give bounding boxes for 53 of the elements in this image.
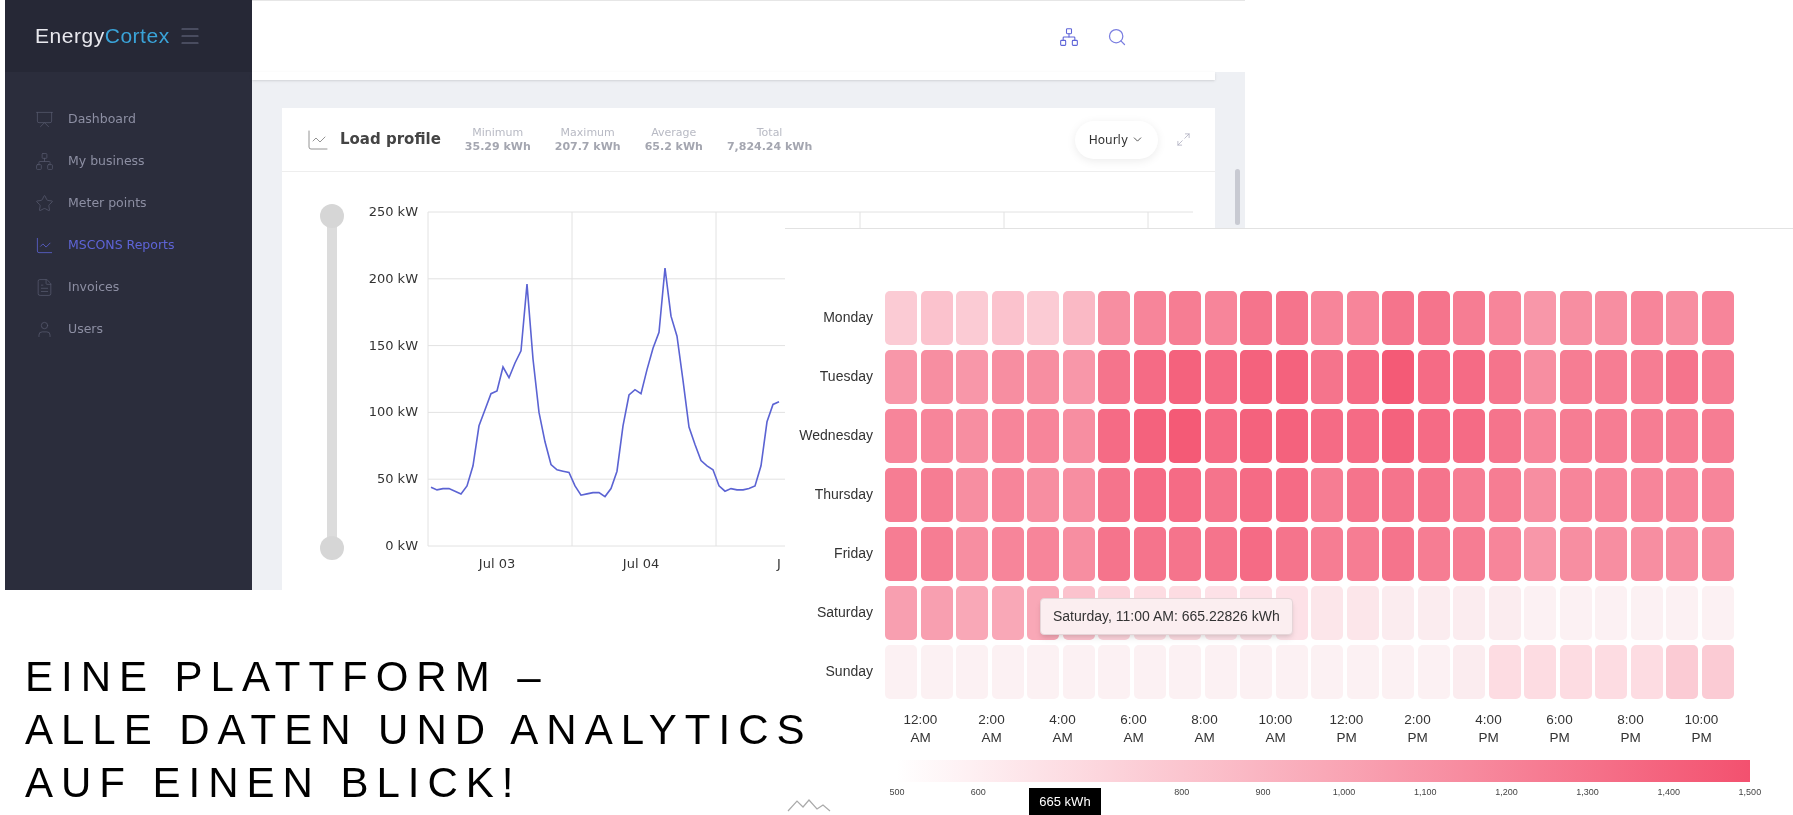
day-label: Monday: [822, 308, 874, 327]
axis-label: 0 kW: [385, 539, 418, 552]
axis-label: 250 kW: [368, 205, 418, 218]
stat-label: Average: [651, 125, 697, 140]
stat-value: 65.2 kWh: [644, 139, 703, 154]
time-label: 10:00 AM: [1257, 711, 1294, 747]
axis-label: 200 kW: [368, 271, 418, 285]
scale-label: 800: [1173, 786, 1191, 799]
stat-value: 7,824.24 kWh: [726, 139, 813, 154]
scale-label: 1,200: [1494, 786, 1519, 799]
day-label: Thursday: [813, 485, 874, 504]
axis-label: 150 kW: [368, 338, 418, 352]
scale-label: 1,100: [1413, 786, 1438, 799]
time-label: 4:00 PM: [1474, 711, 1503, 747]
stat-label: Maximum: [560, 125, 615, 140]
axis-label: J: [777, 555, 781, 573]
time-label: 8:00 PM: [1616, 711, 1645, 747]
scale-label: 1,500: [1737, 786, 1763, 799]
tooltip: Saturday, 11:00 AM: 665.22826 kWh: [1040, 598, 1293, 635]
time-label: 2:00 PM: [1403, 711, 1432, 747]
axis-label: 50 kW: [376, 472, 418, 486]
stat-value: 207.7 kWh: [554, 139, 621, 154]
stat-label: Total: [756, 125, 783, 140]
scale-label: 500: [888, 786, 906, 799]
time-label: 2:00 AM: [977, 711, 1006, 747]
scale-label: 1,000: [1331, 786, 1357, 799]
stat-label: Minimum: [472, 125, 524, 140]
scale-label: 1,400: [1656, 786, 1681, 799]
time-label: 6:00 AM: [1119, 711, 1148, 747]
day-label: Saturday: [815, 603, 874, 622]
day-label: Tuesday: [818, 367, 874, 386]
value-marker: 665 kWh: [1029, 788, 1101, 815]
stat-value: 35.29 kWh: [464, 139, 531, 154]
axis-label: Jul 03: [478, 555, 516, 573]
scale-label: 600: [969, 786, 987, 799]
time-label: 10:00 PM: [1683, 711, 1720, 747]
time-label: 12:00 PM: [1328, 711, 1365, 747]
day-label: Sunday: [824, 662, 874, 681]
card-title: Load profile: [340, 129, 441, 151]
logo: EnergyCortex: [35, 23, 170, 50]
day-label: Wednesday: [798, 426, 874, 445]
headline-line: AUF EINEN BLICK!: [25, 758, 523, 808]
time-label: 6:00 PM: [1545, 711, 1574, 747]
axis-label: 100 kW: [368, 405, 418, 419]
scale-label: 1,300: [1575, 786, 1600, 799]
headline-line: EINE PLATTFORM –: [25, 652, 550, 702]
time-label: 8:00 AM: [1190, 711, 1219, 747]
time-label: 4:00 AM: [1048, 711, 1077, 747]
time-label: 12:00 AM: [902, 711, 939, 747]
axis-label: Jul 04: [622, 555, 660, 573]
headline-line: ALLE DATEN UND ANALYTICS: [25, 705, 813, 755]
day-label: Friday: [833, 544, 874, 563]
scale-label: 900: [1254, 786, 1272, 799]
